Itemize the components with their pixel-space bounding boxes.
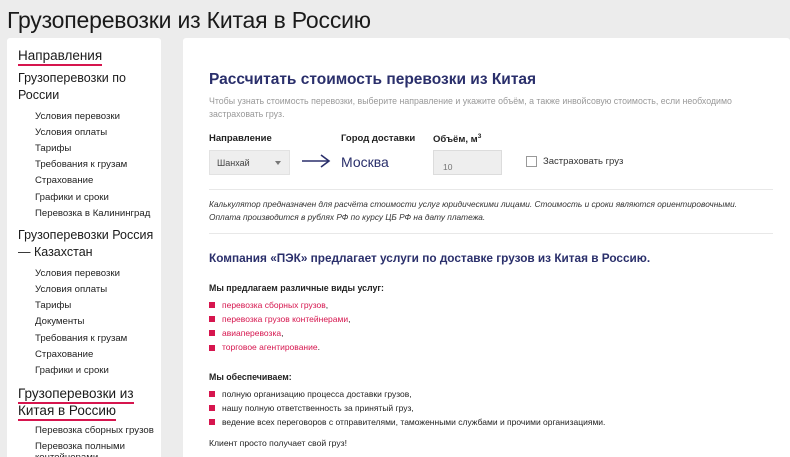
list-item: полную организацию процесса доставки гру… [209, 387, 605, 401]
sidebar-item[interactable]: Условия перевозки [18, 265, 161, 281]
sidebar-item[interactable]: Графики и сроки [18, 189, 161, 205]
sidebar-item[interactable]: Страхование [18, 346, 161, 362]
divider [209, 233, 773, 234]
main-content: Рассчитать стоимость перевозки из Китая … [183, 38, 790, 457]
chevron-down-icon [275, 161, 281, 165]
bullet-square-icon [209, 344, 215, 351]
sidebar-item[interactable]: Перевозка в Калининград [18, 205, 161, 221]
bullet-square-icon [209, 330, 215, 337]
service-link[interactable]: перевозка сборных грузов [222, 300, 326, 310]
page-title: Грузоперевозки из Китая в Россию [7, 7, 371, 33]
sidebar-section-russia: Грузоперевозки по России Условия перевоз… [18, 70, 161, 221]
calculator-title: Рассчитать стоимость перевозки из Китая [209, 71, 537, 88]
sidebar-item[interactable]: Условия оплаты [18, 124, 161, 140]
sidebar-item[interactable]: Документы [18, 314, 161, 330]
volume-label: Объём, м3 [433, 133, 482, 146]
insure-label[interactable]: Застраховать груз [543, 156, 623, 167]
services-title: Мы предлагаем различные виды услуг: [209, 283, 384, 293]
calculator-description: Чтобы узнать стоимость перевозки, выбери… [209, 96, 732, 119]
list-item: нашу полную ответственность за принятый … [209, 401, 605, 415]
sidebar-item[interactable]: Тарифы [18, 140, 161, 156]
sidebar-section-china: Грузоперевозки из Китая в Россию Перевоз… [18, 385, 161, 457]
provide-title: Мы обеспечиваем: [209, 372, 292, 382]
sidebar-section-title-active[interactable]: Грузоперевозки из Китая в Россию [18, 385, 161, 421]
company-headline: Компания «ПЭК» предлагает услуги по дост… [209, 251, 651, 265]
services-list: перевозка сборных грузов, перевозка груз… [209, 298, 350, 355]
direction-select-value: Шанхай [217, 158, 250, 168]
sidebar-section-kazakhstan: Грузоперевозки Россия — Казахстан Услови… [18, 227, 161, 378]
city-select[interactable]: Москва [341, 154, 389, 170]
bullet-square-icon [209, 316, 215, 323]
service-link[interactable]: торговое агентирование [222, 342, 318, 352]
sidebar-item[interactable]: Условия перевозки [18, 108, 161, 124]
city-label: Город доставки [341, 133, 416, 144]
sidebar-section-title[interactable]: Грузоперевозки Россия — Казахстан [18, 227, 161, 261]
bullet-square-icon [209, 405, 215, 412]
bullet-square-icon [209, 391, 215, 397]
sidebar-item[interactable]: Перевозка полными контейнерами [18, 439, 161, 457]
volume-input[interactable] [433, 150, 502, 175]
sidebar-heading[interactable]: Направления [18, 47, 161, 66]
list-item: авиаперевозка, [209, 326, 350, 340]
direction-label: Направление [209, 133, 272, 144]
list-item: перевозка грузов контейнерами, [209, 312, 350, 326]
direction-select[interactable]: Шанхай [209, 150, 290, 175]
service-link[interactable]: авиаперевозка [222, 328, 281, 338]
list-item: ведение всех переговоров с отправителями… [209, 415, 605, 429]
bullet-square-icon [209, 419, 215, 426]
final-text: Клиент просто получает свой груз! [209, 438, 347, 448]
arrow-right-icon [302, 154, 331, 168]
calculator-note: Калькулятор предназначен для расчёта сто… [209, 199, 738, 222]
sidebar-item[interactable]: Требования к грузам [18, 157, 161, 173]
provide-list: полную организацию процесса доставки гру… [209, 387, 605, 430]
bullet-square-icon [209, 302, 215, 308]
sidebar-section-title[interactable]: Грузоперевозки по России [18, 70, 161, 104]
sidebar-nav: Направления Грузоперевозки по России Усл… [7, 38, 161, 457]
insure-checkbox[interactable] [526, 156, 537, 167]
sidebar-item[interactable]: Перевозка сборных грузов [18, 423, 161, 439]
sidebar-item[interactable]: Условия оплаты [18, 282, 161, 298]
sidebar-item[interactable]: Требования к грузам [18, 330, 161, 346]
sidebar-item[interactable]: Страхование [18, 173, 161, 189]
divider [209, 189, 773, 190]
sidebar-item[interactable]: Тарифы [18, 298, 161, 314]
list-item: перевозка сборных грузов, [209, 298, 350, 312]
service-link[interactable]: перевозка грузов контейнерами [222, 314, 348, 324]
list-item: торговое агентирование. [209, 341, 350, 355]
sidebar-item[interactable]: Графики и сроки [18, 362, 161, 378]
